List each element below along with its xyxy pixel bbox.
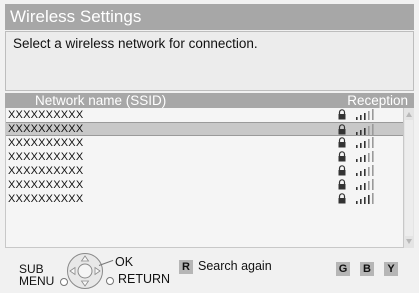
- sub-menu-label: SUB MENU: [19, 263, 54, 287]
- signal-strength-icon: [356, 165, 374, 176]
- g-key-button[interactable]: G: [336, 262, 350, 276]
- page-title: Wireless Settings: [5, 4, 414, 30]
- scroll-thumb[interactable]: [405, 120, 413, 236]
- network-row[interactable]: XXXXXXXXXX: [6, 192, 404, 206]
- network-row[interactable]: XXXXXXXXXX: [6, 136, 404, 150]
- sub-menu-label-line2: MENU: [19, 274, 55, 288]
- column-header-ssid: Network name (SSID): [35, 93, 167, 108]
- lock-icon: [338, 165, 346, 176]
- network-ssid: XXXXXXXXXX: [8, 165, 84, 177]
- return-label: RETURN: [118, 272, 171, 286]
- lock-icon: [338, 151, 346, 162]
- network-ssid: XXXXXXXXXX: [8, 151, 84, 163]
- column-header-reception: Reception: [347, 93, 408, 108]
- lock-icon: [338, 109, 346, 120]
- network-list[interactable]: XXXXXXXXXX XXXXXXXXXX XXXXXXXXXX XXXXXXXXXX…: [5, 108, 414, 248]
- instructions-panel: Select a wireless network for connection…: [5, 31, 414, 91]
- wireless-settings-screen: Wireless Settings Select a wireless netw…: [0, 0, 419, 293]
- footer-controls: SUB MENU OK RETURN R Search again G B Y: [0, 250, 419, 293]
- signal-strength-icon: [356, 179, 374, 190]
- dpad-icon[interactable]: [66, 252, 104, 290]
- network-ssid: XXXXXXXXXX: [8, 109, 84, 121]
- network-ssid: XXXXXXXXXX: [8, 179, 84, 191]
- signal-strength-icon: [356, 109, 374, 120]
- signal-strength-icon: [356, 137, 374, 148]
- network-ssid: XXXXXXXXXX: [8, 193, 84, 205]
- signal-strength-icon: [356, 151, 374, 162]
- signal-strength-icon: [356, 193, 374, 204]
- network-row[interactable]: XXXXXXXXXX: [6, 164, 404, 178]
- network-ssid: XXXXXXXXXX: [8, 137, 84, 149]
- r-key-button[interactable]: R: [179, 260, 193, 274]
- signal-strength-icon: [356, 124, 374, 135]
- lock-icon: [338, 193, 346, 204]
- network-row[interactable]: XXXXXXXXXX: [6, 108, 404, 122]
- network-row[interactable]: XXXXXXXXXX: [6, 178, 404, 192]
- b-key-button[interactable]: B: [360, 262, 374, 276]
- network-ssid: XXXXXXXXXX: [8, 123, 84, 135]
- network-list-header: Network name (SSID) Reception: [5, 93, 414, 108]
- ok-label: OK: [115, 255, 134, 269]
- scroll-up-arrow-icon[interactable]: [406, 112, 412, 117]
- lock-icon: [338, 124, 346, 135]
- list-scrollbar[interactable]: [403, 108, 414, 248]
- return-dot-icon: [106, 277, 114, 285]
- lock-icon: [338, 137, 346, 148]
- network-row[interactable]: XXXXXXXXXX: [6, 150, 404, 164]
- network-row[interactable]: XXXXXXXXXX: [6, 122, 404, 136]
- scroll-down-arrow-icon[interactable]: [406, 239, 412, 244]
- lock-icon: [338, 179, 346, 190]
- y-key-button[interactable]: Y: [384, 262, 398, 276]
- instructions-text: Select a wireless network for connection…: [13, 36, 258, 51]
- search-again-label: Search again: [198, 259, 272, 273]
